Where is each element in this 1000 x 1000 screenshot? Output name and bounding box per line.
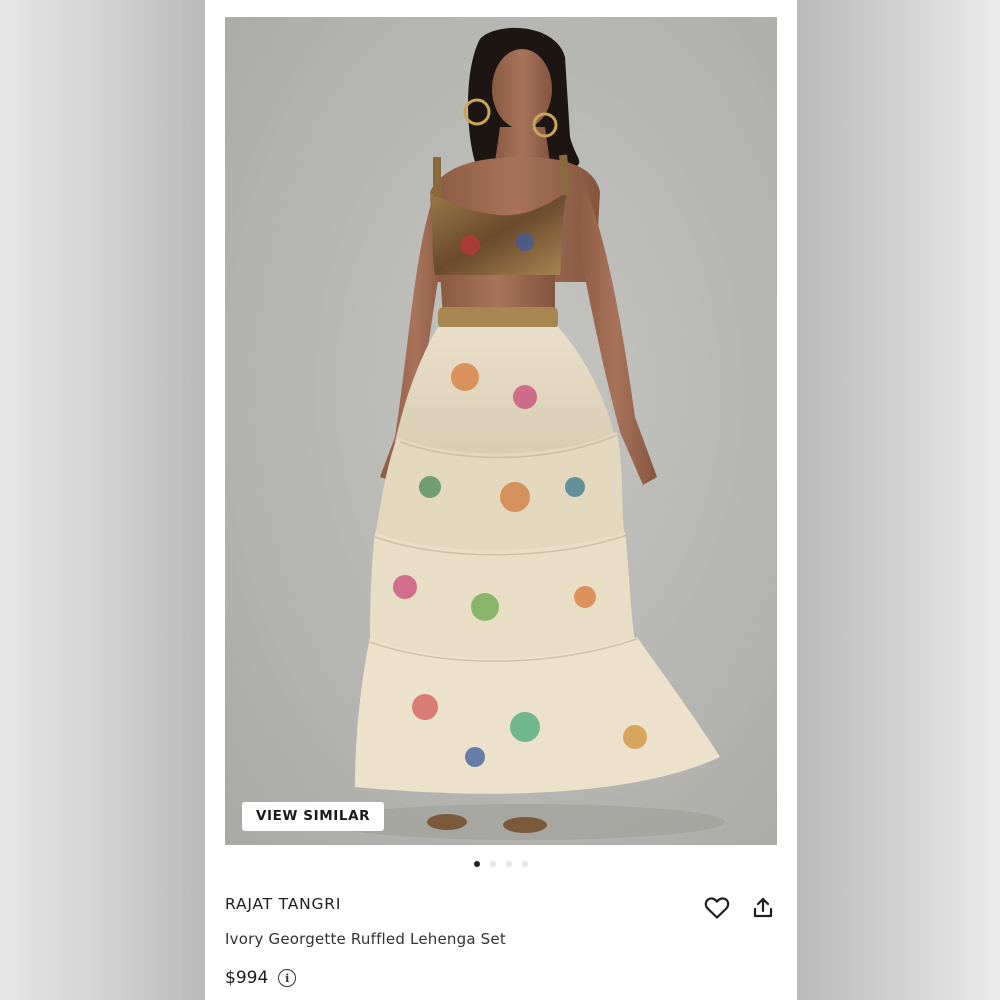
- image-carousel-indicator: [205, 861, 797, 867]
- brand-name[interactable]: RAJAT TANGRI: [225, 895, 341, 913]
- product-actions: [703, 894, 777, 922]
- product-price: $994: [225, 968, 269, 988]
- product-image[interactable]: VIEW SIMILAR: [225, 17, 777, 845]
- carousel-dot-3[interactable]: [506, 861, 512, 867]
- product-card: VIEW SIMILAR RAJAT TANGRI Ivory Georgett…: [205, 0, 797, 1000]
- heart-icon[interactable]: [703, 894, 731, 922]
- carousel-dot-1[interactable]: [474, 861, 480, 867]
- model-illustration: [325, 27, 725, 840]
- info-icon[interactable]: i: [278, 969, 297, 987]
- share-icon[interactable]: [749, 894, 777, 922]
- view-similar-button[interactable]: VIEW SIMILAR: [242, 802, 385, 831]
- carousel-dot-4[interactable]: [522, 861, 528, 867]
- carousel-dot-2[interactable]: [490, 861, 496, 867]
- price-row: $994 i: [225, 968, 297, 988]
- product-title: Ivory Georgette Ruffled Lehenga Set: [225, 930, 506, 948]
